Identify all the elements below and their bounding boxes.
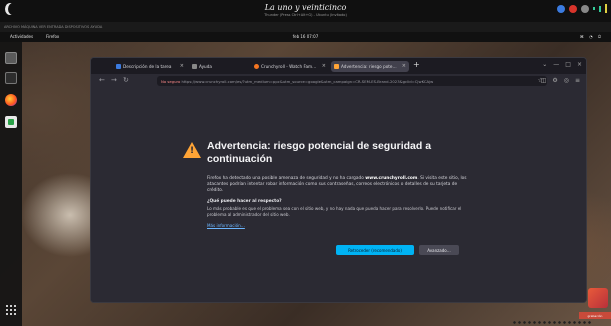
extensions-icon[interactable]: ⚙ — [552, 77, 557, 84]
warning-triangle-icon: ! — [183, 142, 201, 158]
what-can-you-do-heading: ¿Qué puede hacer al respecto? — [207, 199, 282, 204]
chevron-down-icon[interactable]: ⌄ — [542, 61, 547, 68]
tab-label: Crunchyroll - Watch Fam… — [261, 64, 317, 69]
tab-label: Ayuda — [199, 64, 212, 69]
error-detail: Lo más probable es que el problema sea c… — [207, 206, 462, 217]
gnome-top-panel: Actividades Firefox feb 16 07:07 ⌘ ◔ ⏻ — [0, 32, 611, 42]
not-secure-label[interactable]: No seguro — [161, 79, 180, 84]
go-back-button[interactable]: Retroceder (recomendado) — [336, 245, 414, 255]
tab-crunchyroll[interactable]: Crunchyroll - Watch Fam… × — [251, 61, 329, 72]
tab-favicon-icon — [116, 64, 121, 69]
error-description: Firefox ha detectado una posible amenaza… — [207, 176, 467, 194]
recorder-app-icon[interactable] — [588, 288, 608, 308]
level-icon — [605, 4, 607, 13]
toolbar-right: ◫ ⚙ ◎ ≡ — [541, 77, 580, 84]
tab-strip: Descripción de la tarea × Ayuda Crunchyr… — [91, 58, 586, 74]
tab-label: Advertencia: riesgo pote… — [341, 64, 397, 69]
advanced-button[interactable]: Avanzado… — [419, 245, 459, 255]
firefox-app-icon[interactable] — [5, 94, 17, 106]
new-tab-button[interactable]: + — [413, 60, 420, 69]
forward-arrow-icon[interactable]: → — [111, 76, 117, 84]
panel-clock[interactable]: feb 16 07:07 — [0, 34, 611, 39]
close-icon[interactable]: × — [180, 63, 184, 69]
libreoffice-app-icon[interactable] — [5, 116, 17, 128]
system-tray — [557, 4, 607, 13]
host-clock-title: La uno y veinticinco — [264, 3, 347, 12]
vm-window-title: Thunder (Press Ctrl+Alt+G) - Ubuntu (Inv… — [264, 13, 347, 17]
firefox-window: Descripción de la tarea × Ayuda Crunchyr… — [90, 57, 587, 303]
battery-icon — [593, 7, 595, 10]
record-icon[interactable] — [569, 4, 577, 13]
maximize-icon[interactable]: □ — [565, 61, 571, 68]
url-bar[interactable]: No seguro https://www.crunchyroll.com/es… — [157, 76, 547, 86]
panel-status-icons[interactable]: ⌘ ◔ ⏻ — [580, 34, 603, 39]
volume-icon[interactable] — [581, 4, 589, 13]
url-text[interactable]: https://www.crunchyroll.com/es/?utm_medi… — [182, 79, 434, 84]
recorder-caption: grabación — [579, 312, 611, 319]
host-top-bar: La uno y veinticinco Thunder (Press Ctrl… — [0, 0, 611, 22]
window-controls: ⌄ — □ × — [542, 61, 582, 68]
tab-security-warning[interactable]: Advertencia: riesgo pote… × — [331, 61, 409, 72]
close-window-icon[interactable]: × — [577, 61, 582, 68]
error-description-pre: Firefox ha detectado una posible amenaza… — [207, 176, 366, 181]
pocket-icon[interactable]: ◫ — [541, 77, 547, 84]
terminal-app-icon[interactable] — [5, 72, 17, 84]
tab-help[interactable]: Ayuda — [189, 61, 239, 72]
dock — [0, 42, 22, 326]
account-icon[interactable]: ◎ — [564, 77, 569, 84]
vm-menu-bar[interactable]: ARCHIVO MÁQUINA VER ENTRADA DISPOSITIVOS… — [0, 22, 611, 32]
show-apps-grid-icon[interactable] — [5, 304, 17, 316]
page-title: Advertencia: riesgo potencial de segurid… — [207, 140, 432, 165]
signal-icon — [599, 5, 601, 12]
back-arrow-icon[interactable]: ← — [99, 76, 105, 84]
navigation-toolbar: ← → ↻ No seguro https://www.crunchyroll.… — [91, 74, 586, 88]
files-app-icon[interactable] — [5, 52, 17, 64]
minimize-icon[interactable]: — — [553, 61, 559, 68]
tab-favicon-icon — [192, 64, 197, 69]
error-page: ! Advertencia: riesgo potencial de segur… — [91, 88, 586, 302]
reload-icon[interactable]: ↻ — [123, 76, 129, 84]
blocked-site: www.crunchyroll.com — [365, 176, 418, 181]
warning-favicon-icon — [334, 64, 339, 69]
vm-status-icons — [512, 320, 592, 325]
tab-label: Descripción de la tarea — [123, 64, 172, 69]
menu-hamburger-icon[interactable]: ≡ — [575, 77, 580, 84]
tab-favicon-icon — [254, 64, 259, 69]
close-icon[interactable]: × — [322, 63, 326, 69]
network-icon[interactable] — [557, 4, 565, 13]
learn-more-link[interactable]: Más información… — [207, 223, 245, 228]
vm-menu-items[interactable]: ARCHIVO MÁQUINA VER ENTRADA DISPOSITIVOS… — [4, 25, 102, 29]
close-icon[interactable]: × — [402, 63, 406, 69]
tab-task-description[interactable]: Descripción de la tarea × — [113, 61, 187, 72]
